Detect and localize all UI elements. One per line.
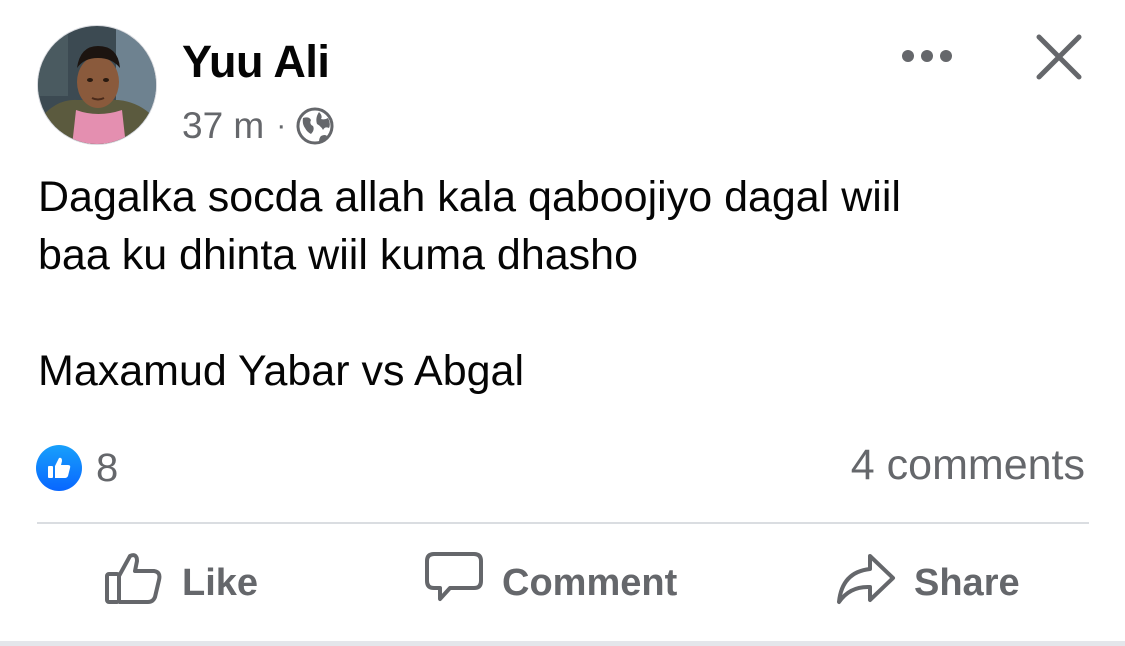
comment-icon	[424, 550, 484, 616]
comment-button[interactable]: Comment	[424, 550, 677, 616]
more-options-button[interactable]	[896, 36, 958, 76]
post-text-line: Dagalka socda allah kala qaboojiyo dagal…	[38, 173, 901, 221]
thumbs-up-icon	[104, 550, 164, 616]
comments-count[interactable]: 4 comments	[851, 441, 1085, 490]
more-icon	[902, 50, 952, 62]
post-timestamp[interactable]: 37 m	[182, 105, 264, 147]
author-avatar[interactable]	[37, 25, 157, 145]
post-text-line: Maxamud Yabar vs Abgal	[38, 347, 525, 395]
card-bottom-border	[0, 641, 1125, 646]
like-reaction-icon	[36, 445, 82, 491]
author-name[interactable]: Yuu Ali	[182, 36, 330, 88]
reactions-summary[interactable]: 8	[36, 444, 118, 492]
like-label: Like	[182, 561, 259, 604]
comment-label: Comment	[502, 561, 678, 604]
post-meta: 37 m ·	[182, 104, 335, 148]
avatar-photo	[38, 26, 156, 144]
post-text: Dagalka socda allah kala qaboojiyo dagal…	[38, 168, 1098, 400]
share-label: Share	[914, 561, 1020, 604]
divider	[37, 522, 1089, 524]
post-text-line: baa ku dhinta wiil kuma dhasho	[38, 231, 638, 279]
like-button[interactable]: Like	[104, 550, 258, 616]
close-icon	[1036, 34, 1082, 80]
share-icon	[836, 550, 896, 616]
reaction-count: 8	[96, 445, 119, 490]
share-button[interactable]: Share	[836, 550, 1020, 616]
meta-separator: ·	[276, 109, 287, 142]
globe-icon[interactable]	[295, 106, 335, 146]
close-button[interactable]	[1028, 26, 1090, 88]
